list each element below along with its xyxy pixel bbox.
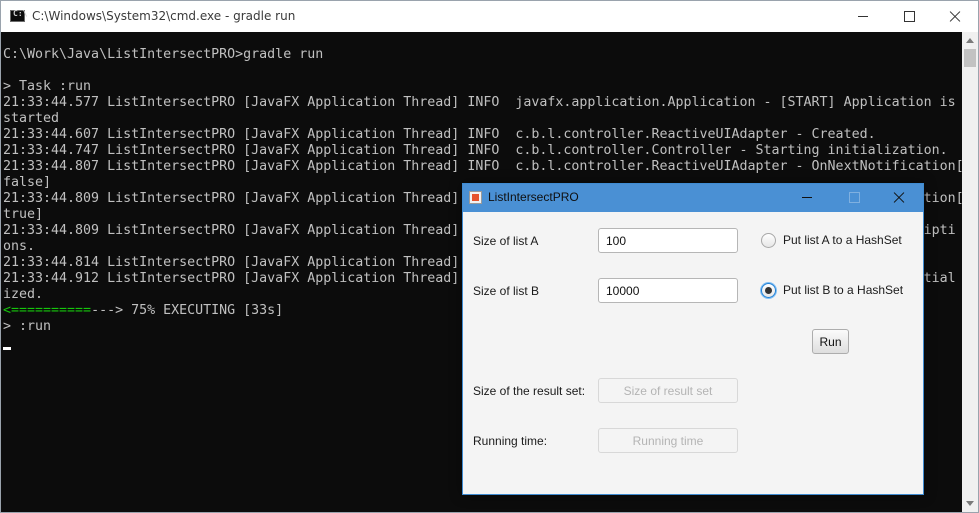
scrollbar-thumb[interactable] bbox=[964, 49, 976, 67]
scroll-up-arrow-icon[interactable] bbox=[962, 32, 978, 48]
console-line: true] bbox=[3, 207, 44, 222]
cmd-window-title: C:\Windows\System32\cmd.exe - gradle run bbox=[32, 9, 296, 23]
console-line: ons. bbox=[3, 239, 36, 254]
radio-b-label: Put list B to a HashSet bbox=[783, 283, 904, 297]
radio-b-button[interactable] bbox=[761, 283, 776, 298]
cmd-app-icon: C:\ bbox=[10, 9, 28, 22]
java-app-icon bbox=[469, 191, 482, 204]
console-line: > Task :run bbox=[3, 79, 92, 94]
progress-bar-rest: ---> 75% EXECUTING [33s] bbox=[91, 303, 284, 318]
fx-window-title: ListIntersectPRO bbox=[488, 190, 579, 204]
cmd-titlebar[interactable]: C:\ C:\Windows\System32\cmd.exe - gradle… bbox=[1, 1, 978, 32]
console-line: 21:33:44.607 ListIntersectPRO [JavaFX Ap… bbox=[3, 127, 876, 142]
minimize-icon bbox=[802, 197, 812, 198]
fx-titlebar[interactable]: ListIntersectPRO bbox=[463, 184, 923, 212]
maximize-button[interactable] bbox=[886, 1, 932, 32]
size-a-input[interactable] bbox=[598, 228, 738, 253]
listintersectpro-window: ListIntersectPRO Size of list A Put list… bbox=[462, 183, 924, 495]
size-b-label: Size of list B bbox=[473, 284, 540, 298]
gradle-task-line: > :run bbox=[3, 319, 52, 334]
close-button[interactable] bbox=[932, 1, 978, 32]
running-time-label: Running time: bbox=[473, 434, 548, 448]
text-cursor bbox=[3, 347, 11, 350]
console-line: 21:33:44.747 ListIntersectPRO [JavaFX Ap… bbox=[3, 143, 948, 158]
size-a-label: Size of list A bbox=[473, 234, 539, 248]
progress-bar-done: <========== bbox=[3, 303, 92, 318]
fx-minimize-button[interactable] bbox=[784, 184, 830, 212]
console-line: ized. bbox=[3, 287, 44, 302]
console-line: 21:33:44.814 ListIntersectPRO [JavaFX Ap… bbox=[3, 255, 460, 270]
fx-maximize-button[interactable] bbox=[830, 184, 876, 212]
fx-close-button[interactable] bbox=[876, 184, 922, 212]
cmd-icon-text: C:\ bbox=[13, 9, 28, 18]
result-size-label: Size of the result set: bbox=[473, 384, 586, 398]
console-line: 21:33:44.807 ListIntersectPRO [JavaFX Ap… bbox=[3, 159, 962, 174]
console-scrollbar[interactable] bbox=[962, 32, 978, 512]
running-time-field bbox=[598, 428, 738, 453]
maximize-icon bbox=[849, 192, 860, 203]
radio-a-label: Put list A to a HashSet bbox=[783, 233, 902, 247]
console-line: started bbox=[3, 111, 60, 126]
radio-a-button[interactable] bbox=[761, 233, 776, 248]
console-line: false] bbox=[3, 175, 52, 190]
gradle-progress-line: <==========---> 75% EXECUTING [33s] bbox=[3, 303, 283, 319]
console-line: 21:33:44.577 ListIntersectPRO [JavaFX Ap… bbox=[3, 95, 956, 110]
size-b-input[interactable] bbox=[598, 278, 738, 303]
minimize-icon bbox=[858, 16, 868, 17]
maximize-icon bbox=[904, 11, 915, 22]
scroll-down-arrow-icon[interactable] bbox=[962, 496, 978, 512]
minimize-button[interactable] bbox=[840, 1, 886, 32]
console-line: C:\Work\Java\ListIntersectPRO>gradle run bbox=[3, 47, 324, 62]
run-button[interactable]: Run bbox=[812, 329, 849, 354]
radio-selected-dot bbox=[765, 287, 772, 294]
result-size-field bbox=[598, 378, 738, 403]
